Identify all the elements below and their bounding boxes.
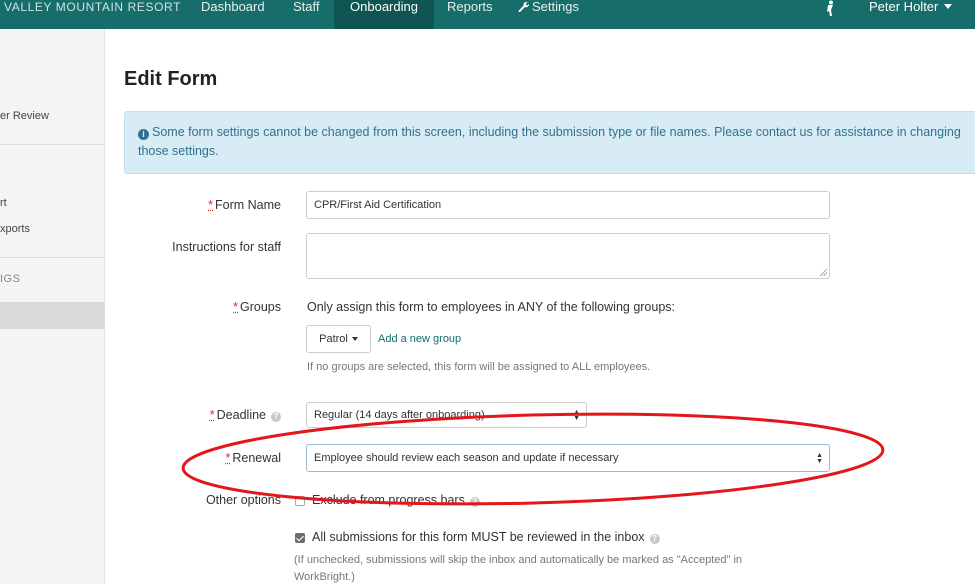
groups-description: Only assign this form to employees in AN…	[307, 300, 676, 314]
instructions-label: Instructions for staff	[172, 240, 281, 254]
nav-onboarding[interactable]: Onboarding	[334, 0, 434, 29]
page-title: Edit Form	[124, 68, 218, 90]
help-icon[interactable]: ?	[271, 412, 281, 422]
must-review-hint-line1: (If unchecked, submissions will skip the…	[294, 554, 743, 566]
group-dropdown-button[interactable]: Patrol	[306, 325, 371, 353]
groups-label: * Groups	[101, 300, 281, 314]
instructions-textarea[interactable]	[306, 233, 830, 279]
nav-reports[interactable]: Reports	[447, 0, 493, 29]
other-options-label: Other options	[205, 493, 281, 507]
select-arrows-icon: ▲ ▼	[816, 452, 823, 465]
nav-settings[interactable]: Settings	[518, 0, 579, 29]
caret-down-icon	[351, 337, 358, 341]
renewal-select[interactable]: Employee should review each season and u…	[306, 444, 830, 472]
skier-icon[interactable]	[823, 0, 837, 18]
nav-staff[interactable]: Staff	[293, 0, 320, 29]
brand-logo[interactable]: VALLEY MOUNTAIN RESORT	[4, 0, 181, 29]
sidebar-divider	[0, 144, 105, 145]
wrench-icon	[518, 1, 530, 13]
required-marker: *	[209, 408, 215, 422]
deadline-label-text: Deadline	[216, 408, 266, 422]
renewal-label: * Renewal	[101, 451, 281, 465]
must-review-text: All submissions for this form MUST be re…	[312, 530, 645, 544]
sidebar-item-active[interactable]	[0, 302, 105, 329]
exclude-progress-label: Exclude from progress bars?	[312, 493, 480, 507]
select-arrows-icon: ▲ ▼	[573, 409, 580, 422]
add-group-link[interactable]: Add a new group	[378, 333, 461, 345]
required-marker: *	[208, 198, 214, 212]
form-name-input[interactable]: CPR/First Aid Certification	[306, 191, 830, 219]
renewal-value: Employee should review each season and u…	[314, 452, 619, 464]
sidebar-item-exports[interactable]: xports	[0, 223, 30, 235]
sidebar-item-report[interactable]: rt	[0, 197, 7, 209]
deadline-label: * Deadline?	[101, 408, 281, 422]
exclude-progress-text: Exclude from progress bars	[312, 493, 465, 507]
sidebar-item-review[interactable]: er Review	[0, 110, 49, 122]
nav-settings-label: Settings	[532, 0, 579, 14]
required-marker: *	[233, 300, 238, 314]
resize-handle[interactable]	[820, 269, 827, 276]
must-review-hint-line2: WorkBright.)	[294, 571, 355, 583]
info-alert: i Some form settings cannot be changed fr…	[124, 111, 975, 174]
group-selected: Patrol	[319, 333, 348, 345]
must-review-checkbox[interactable]	[295, 533, 305, 543]
deadline-select[interactable]: Regular (14 days after onboarding) ▲ ▼	[306, 402, 587, 428]
chevron-down-icon	[944, 4, 953, 9]
user-name: Peter Holter	[869, 0, 939, 14]
exclude-progress-checkbox[interactable]	[295, 496, 305, 506]
form-name-label: * Form Name	[101, 198, 281, 212]
deadline-value: Regular (14 days after onboarding)	[314, 409, 485, 421]
form-name-label-text: Form Name	[215, 198, 281, 212]
top-navbar: VALLEY MOUNTAIN RESORT Dashboard Staff O…	[0, 0, 975, 29]
must-review-label: All submissions for this form MUST be re…	[312, 530, 660, 544]
sidebar: er Review rt xports IGS	[0, 29, 105, 584]
user-menu[interactable]: Peter Holter	[869, 0, 953, 29]
info-icon: i	[138, 129, 149, 140]
required-marker: *	[225, 451, 231, 465]
help-icon[interactable]: ?	[649, 534, 660, 544]
groups-hint: If no groups are selected, this form wil…	[307, 361, 651, 373]
help-icon[interactable]: ?	[469, 497, 480, 507]
sidebar-divider	[0, 257, 105, 258]
sidebar-section-header: IGS	[0, 273, 21, 285]
nav-dashboard[interactable]: Dashboard	[201, 0, 265, 29]
renewal-label-text: Renewal	[232, 451, 281, 465]
alert-text: Some form settings cannot be changed fro…	[138, 125, 961, 158]
groups-label-text: Groups	[240, 300, 281, 314]
